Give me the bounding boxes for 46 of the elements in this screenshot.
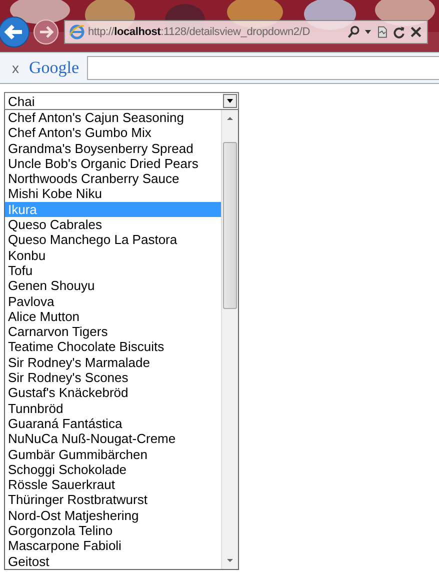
caret-icon[interactable] <box>364 28 372 36</box>
google-logo: Google <box>29 58 80 78</box>
scrollbar-thumb[interactable] <box>223 142 237 309</box>
search-icon[interactable] <box>347 25 361 39</box>
dropdown-option[interactable]: Alice Mutton <box>5 308 221 324</box>
forward-button[interactable] <box>33 19 59 45</box>
dropdown-option[interactable]: Mascarpone Fabioli <box>5 538 221 554</box>
page-icon[interactable] <box>375 25 389 39</box>
dropdown-option[interactable]: Teatime Chocolate Biscuits <box>5 339 221 355</box>
dropdown-option[interactable]: Mishi Kobe Niku <box>5 186 221 202</box>
dropdown-option[interactable]: Tofu <box>5 262 221 278</box>
dropdown-option[interactable]: Konbu <box>5 248 221 263</box>
dropdown-option[interactable]: Grandma's Boysenberry Spread <box>5 140 221 156</box>
dropdown-option[interactable]: Geitost <box>5 554 221 569</box>
url-text: http://localhost:1128/detailsview_dropdown2/D <box>88 26 311 38</box>
dropdown-option[interactable]: Uncle Bob's Organic Dried Pears <box>5 156 221 172</box>
dropdown-option[interactable]: Thüringer Rostbratwurst <box>5 492 221 508</box>
dropdown-option[interactable]: NuNuCa Nuß-Nougat-Creme <box>5 431 221 447</box>
search-field[interactable] <box>87 56 439 80</box>
dropdown-option[interactable]: Tunnbröd <box>5 400 221 416</box>
dropdown-option[interactable]: Pavlova <box>5 294 221 309</box>
scrollbar[interactable] <box>221 110 238 569</box>
dropdown-option[interactable]: Sir Rodney's Marmalade <box>5 354 221 370</box>
dropdown[interactable]: Chai <box>4 92 239 110</box>
close-icon[interactable] <box>409 25 423 39</box>
dropdown-value: Chai <box>8 94 35 108</box>
dropdown-option[interactable]: Chef Anton's Cajun Seasoning <box>5 110 221 126</box>
dropdown-option[interactable]: Carnarvon Tigers <box>5 324 221 340</box>
dropdown-option[interactable]: Genen Shouyu <box>5 278 221 294</box>
back-button[interactable] <box>0 16 30 48</box>
dropdown-option[interactable]: Queso Manchego La Pastora <box>5 232 221 248</box>
dropdown-option[interactable]: Gumbär Gummibärchen <box>5 446 221 462</box>
dropdown-option[interactable]: Guaraná Fantástica <box>5 416 221 432</box>
address-bar[interactable]: http://localhost:1128/detailsview_dropdown2/D <box>64 20 428 44</box>
close-button[interactable]: x <box>8 60 23 76</box>
dropdown-option[interactable]: Gorgonzola Telino <box>5 523 221 538</box>
dropdown-option[interactable]: Gustaf's Knäckebröd <box>5 385 221 401</box>
dropdown-option[interactable]: Queso Cabrales <box>5 217 221 232</box>
dropdown-option[interactable]: Rössle Sauerkraut <box>5 477 221 492</box>
dropdown-option[interactable]: Northwoods Cranberry Sauce <box>5 171 221 186</box>
refresh-icon[interactable] <box>392 25 406 39</box>
dropdown-option[interactable]: Schoggi Schokolade <box>5 462 221 478</box>
dropdown-option[interactable]: Sir Rodney's Scones <box>5 370 221 386</box>
dropdown-option[interactable]: Nord-Ost Matjeshering <box>5 508 221 524</box>
dropdown-option[interactable]: Chef Anton's Gumbo Mix <box>5 125 221 141</box>
globe-e-icon <box>69 24 85 40</box>
